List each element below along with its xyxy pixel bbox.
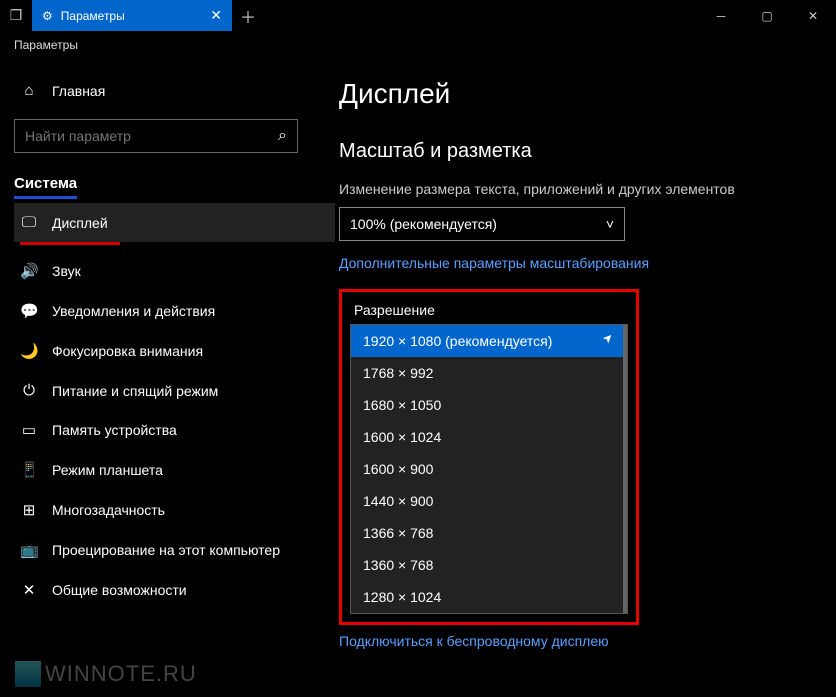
sidebar-item-icon: ⏻	[20, 382, 38, 399]
sidebar-item-0[interactable]: 🖵 Дисплей	[14, 203, 335, 242]
titlebar: ❐ ⚙ Параметры ✕ ＋ ─ ▢ ✕	[0, 0, 836, 32]
new-tab-button[interactable]: ＋	[232, 0, 264, 31]
search-box[interactable]: ⌕	[14, 119, 298, 153]
scale-label: Изменение размера текста, приложений и д…	[339, 181, 836, 197]
sidebar-item-label: Память устройства	[52, 422, 177, 438]
resolution-label: Разрешение	[354, 302, 628, 318]
scrollbar[interactable]	[623, 325, 627, 613]
sidebar-item-3[interactable]: 🌙 Фокусировка внимания	[14, 331, 335, 371]
sidebar-item-icon: ▭	[20, 421, 38, 439]
resolution-option[interactable]: 1440 × 900	[351, 485, 627, 517]
sidebar-item-9[interactable]: ✕ Общие возможности	[14, 570, 335, 610]
sidebar-item-1[interactable]: 🔊 Звук	[14, 251, 335, 291]
home-label: Главная	[52, 83, 105, 99]
page-title: Дисплей	[339, 78, 836, 110]
resolution-option[interactable]: 1280 × 1024	[351, 581, 627, 613]
sidebar-item-label: Фокусировка внимания	[52, 343, 203, 359]
active-underline	[20, 242, 120, 245]
sidebar: ⌂ Главная ⌕ Система 🖵 Дисплей 🔊 Звук 💬 Уведом…	[0, 58, 335, 697]
sidebar-item-icon: 💬	[20, 302, 38, 320]
scale-dropdown[interactable]: 100% (рекомендуется) ˅	[339, 207, 625, 241]
active-tab[interactable]: ⚙ Параметры ✕	[32, 0, 232, 31]
cursor-icon: ➤	[599, 329, 616, 346]
sidebar-item-label: Дисплей	[52, 215, 108, 231]
chevron-down-icon: ˅	[606, 216, 614, 232]
sidebar-item-label: Общие возможности	[52, 582, 187, 598]
sidebar-item-icon: 🔊	[20, 262, 38, 280]
content-pane: Дисплей Масштаб и разметка Изменение раз…	[335, 58, 836, 697]
sidebar-item-label: Уведомления и действия	[52, 303, 215, 319]
tab-close-icon[interactable]: ✕	[210, 7, 222, 24]
sidebar-item-icon: 🖵	[20, 214, 38, 231]
breadcrumb: Параметры	[0, 32, 836, 58]
resolution-dropdown-list[interactable]: 1920 × 1080 (рекомендуется)➤1768 × 99216…	[350, 324, 628, 614]
sidebar-item-7[interactable]: ⊞ Многозадачность	[14, 490, 335, 530]
section-title: Система	[14, 171, 77, 199]
home-icon: ⌂	[20, 82, 38, 99]
sidebar-item-icon: ✕	[20, 581, 38, 599]
sidebar-item-4[interactable]: ⏻ Питание и спящий режим	[14, 371, 335, 410]
resolution-option[interactable]: 1600 × 1024	[351, 421, 627, 453]
sidebar-item-label: Звук	[52, 263, 81, 279]
task-view-icon[interactable]: ❐	[0, 0, 32, 31]
search-icon: ⌕	[278, 127, 287, 145]
sidebar-item-8[interactable]: 📺 Проецирование на этот компьютер	[14, 530, 335, 570]
sidebar-item-icon: 📺	[20, 541, 38, 559]
minimize-button[interactable]: ─	[698, 0, 744, 31]
sidebar-item-icon: 📱	[20, 461, 38, 479]
sidebar-item-label: Проецирование на этот компьютер	[52, 542, 280, 558]
sidebar-item-5[interactable]: ▭ Память устройства	[14, 410, 335, 450]
resolution-option[interactable]: 1680 × 1050	[351, 389, 627, 421]
section-heading: Масштаб и разметка	[339, 140, 836, 163]
maximize-button[interactable]: ▢	[744, 0, 790, 31]
sidebar-item-label: Питание и спящий режим	[52, 383, 218, 399]
wireless-display-link[interactable]: Подключиться к беспроводному дисплею	[339, 633, 836, 649]
resolution-option[interactable]: 1360 × 768	[351, 549, 627, 581]
resolution-option[interactable]: 1768 × 992	[351, 357, 627, 389]
sidebar-item-icon: 🌙	[20, 342, 38, 360]
sidebar-item-label: Многозадачность	[52, 502, 165, 518]
gear-icon: ⚙	[42, 9, 53, 23]
search-input[interactable]	[25, 128, 265, 144]
tab-label: Параметры	[61, 9, 125, 23]
close-button[interactable]: ✕	[790, 0, 836, 31]
watermark-logo-icon	[15, 661, 41, 687]
sidebar-item-label: Режим планшета	[52, 462, 163, 478]
scale-value: 100% (рекомендуется)	[350, 216, 497, 232]
resolution-option[interactable]: 1366 × 768	[351, 517, 627, 549]
sidebar-home[interactable]: ⌂ Главная	[14, 72, 335, 109]
resolution-box: Разрешение 1920 × 1080 (рекомендуется)➤1…	[339, 289, 639, 625]
watermark-text: WINNOTE.RU	[45, 661, 197, 687]
sidebar-item-icon: ⊞	[20, 501, 38, 519]
resolution-option[interactable]: 1600 × 900	[351, 453, 627, 485]
advanced-scaling-link[interactable]: Дополнительные параметры масштабирования	[339, 255, 836, 271]
watermark: WINNOTE.RU	[15, 661, 197, 687]
sidebar-item-2[interactable]: 💬 Уведомления и действия	[14, 291, 335, 331]
sidebar-item-6[interactable]: 📱 Режим планшета	[14, 450, 335, 490]
resolution-option[interactable]: 1920 × 1080 (рекомендуется)➤	[351, 325, 627, 357]
